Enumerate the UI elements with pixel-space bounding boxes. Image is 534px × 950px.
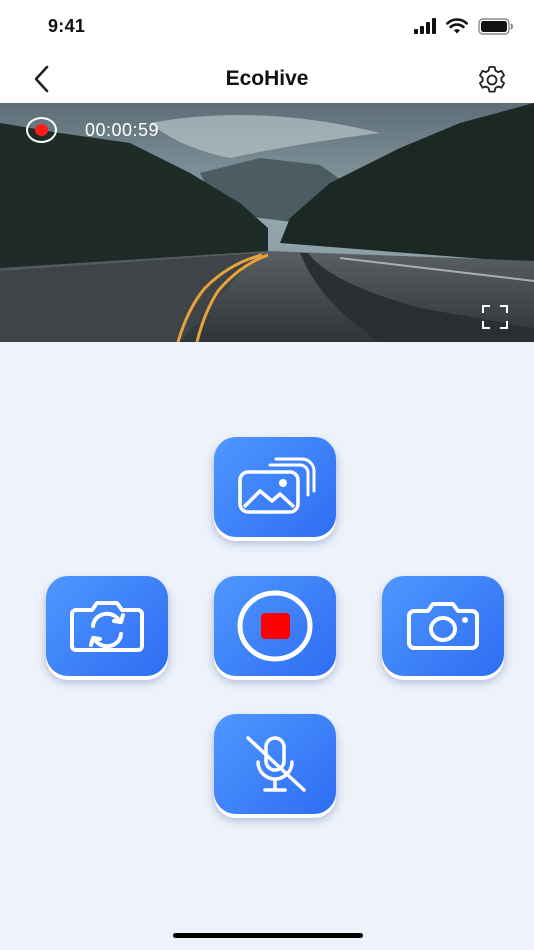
stop-record-icon bbox=[237, 590, 313, 662]
microphone-toggle-button[interactable] bbox=[214, 714, 336, 814]
nav-bar: EcoHive bbox=[0, 55, 534, 103]
home-indicator bbox=[173, 933, 363, 938]
status-time: 9:41 bbox=[48, 16, 86, 36]
gallery-button[interactable] bbox=[214, 437, 336, 537]
status-bar: 9:41 bbox=[0, 0, 534, 55]
page-title: EcoHive bbox=[225, 67, 309, 90]
take-photo-button[interactable] bbox=[382, 576, 504, 676]
video-preview[interactable]: 00:00:59 bbox=[0, 103, 534, 342]
battery-icon bbox=[478, 18, 513, 35]
road-video-frame bbox=[0, 103, 534, 342]
recording-indicator bbox=[26, 117, 57, 143]
camera-icon bbox=[407, 602, 479, 650]
wifi-icon bbox=[446, 18, 468, 34]
gear-icon bbox=[479, 66, 505, 93]
flip-camera-icon bbox=[70, 601, 144, 652]
cellular-signal-icon bbox=[414, 18, 436, 34]
settings-button[interactable] bbox=[476, 64, 508, 96]
fullscreen-icon bbox=[482, 305, 508, 329]
recording-timer: 00:00:59 bbox=[85, 120, 160, 140]
flip-camera-button[interactable] bbox=[46, 576, 168, 676]
fullscreen-button[interactable] bbox=[482, 305, 508, 329]
record-stop-button[interactable] bbox=[214, 576, 336, 676]
gallery-icon bbox=[238, 457, 316, 514]
microphone-muted-icon bbox=[246, 736, 306, 792]
